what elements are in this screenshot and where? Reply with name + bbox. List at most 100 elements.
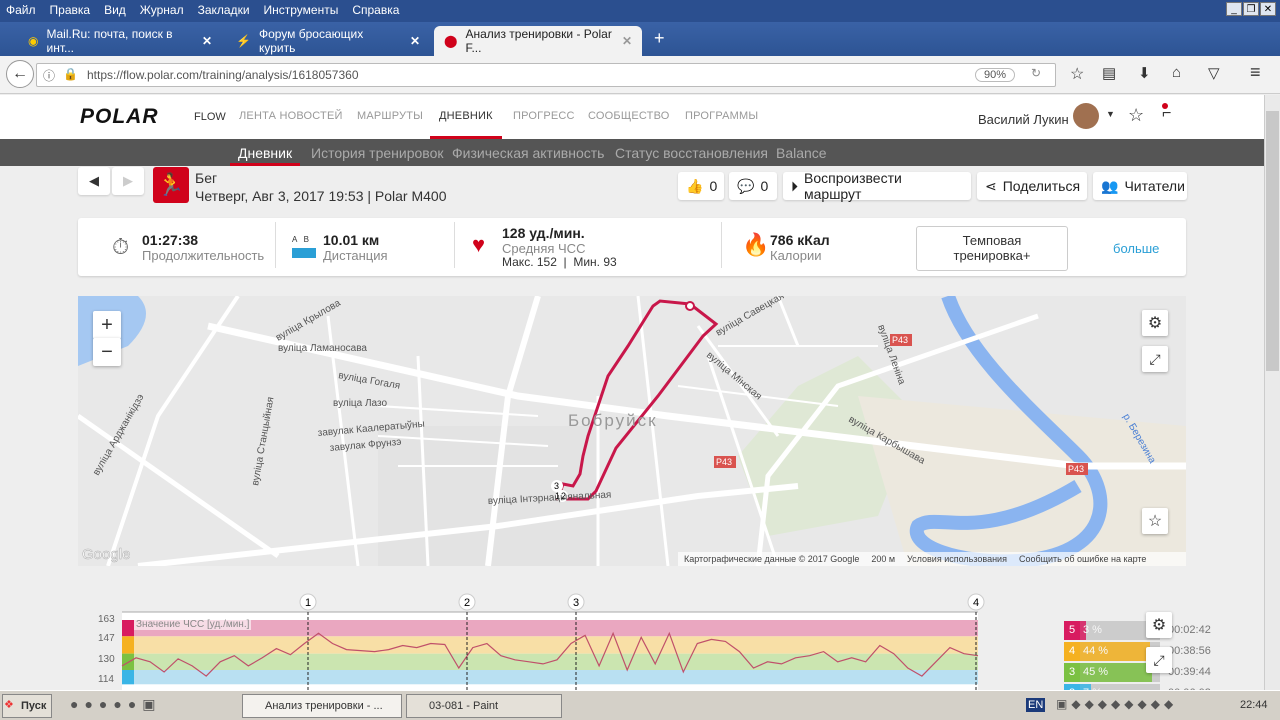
map-fullscreen-icon[interactable]: ⤢ [1142, 346, 1168, 372]
nav-diary[interactable]: ДНЕВНИК [439, 110, 493, 122]
start-marker[interactable] [685, 301, 695, 311]
training-benefit-box[interactable]: Темповая тренировка+ [916, 226, 1068, 271]
zone-percent-bar: 44 % [1080, 642, 1151, 661]
nav-community[interactable]: СООБЩЕСТВО [588, 110, 670, 122]
duration-label: Продолжительность [142, 248, 265, 263]
hr-zone-marker [122, 636, 134, 654]
subnav-diary[interactable]: Дневник [238, 145, 292, 161]
close-window-button[interactable]: ✕ [1260, 2, 1276, 16]
menu-history[interactable]: Журнал [140, 3, 184, 19]
quick-launch-icons[interactable]: ●●●●●▣ [70, 696, 162, 713]
close-tab-icon[interactable]: ✕ [410, 34, 420, 48]
divider [721, 222, 722, 268]
comment-icon: 💬 [737, 177, 755, 194]
zoom-in-button[interactable]: + [93, 311, 121, 339]
prev-training-button[interactable]: ◀ [78, 167, 110, 195]
minimize-button[interactable]: _ [1226, 2, 1242, 16]
menu-help[interactable]: Справка [352, 3, 399, 19]
subnav-recovery[interactable]: Статус восстановления [615, 145, 768, 161]
language-indicator[interactable]: EN [1026, 698, 1046, 712]
subnav-activity[interactable]: Физическая активность [452, 145, 604, 161]
lap-label: 4 [973, 597, 979, 609]
nav-progress[interactable]: ПРОГРЕСС [513, 110, 575, 122]
zoom-level[interactable]: 90% [975, 68, 1016, 82]
replay-route-button[interactable]: ⏵ Воспроизвести маршрут [783, 170, 971, 202]
distance-ruler-icon [292, 248, 316, 258]
city-label: Бобруйск [568, 411, 658, 430]
taskbar: Пуск ❖ ●●●●●▣ Анализ тренировки - ... 03… [0, 690, 1280, 720]
url-bar[interactable]: ⓘ 🔒 https://flow.polar.com/training/anal… [36, 63, 1056, 87]
tab-mailru[interactable]: ◉ Mail.Ru: почта, поиск в инт... ✕ [18, 26, 222, 56]
map-favorite-star-icon[interactable]: ☆ [1142, 508, 1168, 534]
tray-icons[interactable]: ▣◆◆◆◆◆◆◆◆ [1056, 697, 1177, 711]
tab-polar[interactable]: ⬤ Анализ тренировки - Polar F... ✕ [434, 26, 642, 56]
report-error-link[interactable]: Сообщить об ошибке на карте [1019, 554, 1146, 564]
notification-dot [1162, 103, 1168, 109]
menu-edit[interactable]: Правка [50, 3, 91, 19]
like-button[interactable]: 👍 0 [678, 172, 724, 200]
share-icon: ⋖ [985, 177, 997, 194]
active-subnav-indicator [230, 163, 300, 166]
chart-settings-gear-icon[interactable]: ⚙ [1146, 612, 1172, 638]
page-scrollbar[interactable] [1264, 95, 1280, 690]
sport-name: Бег [195, 170, 218, 186]
lap-label: 1 [305, 597, 311, 609]
restore-button[interactable]: ❐ [1243, 2, 1259, 16]
tab-forum[interactable]: ⚡ Форум бросающих курить ✕ [226, 26, 430, 56]
reading-list-icon[interactable]: ▤ [1102, 64, 1116, 82]
map-settings-gear-icon[interactable]: ⚙ [1142, 310, 1168, 336]
close-tab-icon[interactable]: ✕ [202, 34, 212, 48]
mailru-icon: ◉ [28, 34, 39, 48]
svg-text:вуліца Лазо: вуліца Лазо [333, 398, 387, 409]
terms-link[interactable]: Условия использования [907, 554, 1007, 564]
hr-zone-marker [122, 670, 134, 685]
polar-logo[interactable]: POLAR [80, 105, 159, 129]
more-link[interactable]: больше [1113, 241, 1159, 256]
nav-routes[interactable]: МАРШРУТЫ [357, 110, 423, 122]
back-button[interactable]: ← [6, 60, 34, 88]
comments-button[interactable]: 💬 0 [729, 172, 777, 200]
avatar[interactable] [1073, 103, 1099, 129]
chart-fullscreen-icon[interactable]: ⤢ [1146, 647, 1172, 673]
route-map[interactable]: 3 1 2 вуліца Гогаля вуліца Крылова вуліц… [78, 296, 1186, 566]
zone-number: 4 [1064, 642, 1080, 661]
task-paint[interactable]: 03-081 - Paint [406, 694, 562, 718]
svg-text:вуліца Леніна: вуліца Леніна [875, 323, 907, 386]
lap-marker-label: 3 [554, 481, 559, 491]
home-icon[interactable]: ⌂ [1172, 64, 1181, 81]
divider [454, 222, 455, 268]
user-name[interactable]: Василий Лукин [978, 112, 1069, 127]
subnav-balance[interactable]: Balance [776, 145, 827, 161]
new-tab-button[interactable]: + [654, 28, 665, 49]
nav-feed[interactable]: ЛЕНТА НОВОСТЕЙ [239, 110, 343, 122]
menu-bookmarks[interactable]: Закладки [198, 3, 250, 19]
zoom-out-button[interactable]: − [93, 338, 121, 366]
subnav-history[interactable]: История тренировок [311, 145, 443, 161]
download-icon[interactable]: ⬇ [1138, 64, 1151, 82]
favorites-star-icon[interactable]: ☆ [1128, 105, 1144, 126]
hr-chart[interactable]: 1 2 3 4 [78, 590, 1186, 690]
bookmark-star-icon[interactable]: ☆ [1070, 64, 1084, 84]
menu-file[interactable]: Файл [6, 3, 36, 19]
zone-number: 5 [1064, 621, 1080, 640]
nav-programs[interactable]: ПРОГРАММЫ [685, 110, 758, 122]
reload-icon[interactable]: ↻ [1031, 66, 1041, 80]
info-icon[interactable]: ⓘ [43, 67, 55, 84]
menu-tools[interactable]: Инструменты [264, 3, 339, 19]
zone-percent-bar: 3 % [1080, 621, 1102, 640]
clock: 22:44 [1240, 699, 1268, 711]
lap-label: 2 [464, 597, 470, 609]
zone-percent-bar: 45 % [1080, 663, 1152, 682]
share-button[interactable]: ⋖ Поделиться [977, 172, 1087, 200]
task-firefox[interactable]: Анализ тренировки - ... [242, 694, 402, 718]
next-training-button[interactable]: ▶ [112, 167, 144, 195]
training-date: Четверг, Авг 3, 2017 19:53 | Polar M400 [195, 188, 447, 204]
hamburger-menu-icon[interactable]: ≡ [1250, 62, 1261, 83]
lap-label: 3 [573, 597, 579, 609]
close-tab-icon[interactable]: ✕ [622, 34, 632, 48]
menu-view[interactable]: Вид [104, 3, 126, 19]
chevron-down-icon[interactable]: ▼ [1106, 109, 1115, 119]
readers-button[interactable]: 👥 Читатели [1093, 172, 1187, 200]
scrollbar-thumb[interactable] [1266, 111, 1279, 371]
pocket-icon[interactable]: ▽ [1208, 64, 1220, 82]
